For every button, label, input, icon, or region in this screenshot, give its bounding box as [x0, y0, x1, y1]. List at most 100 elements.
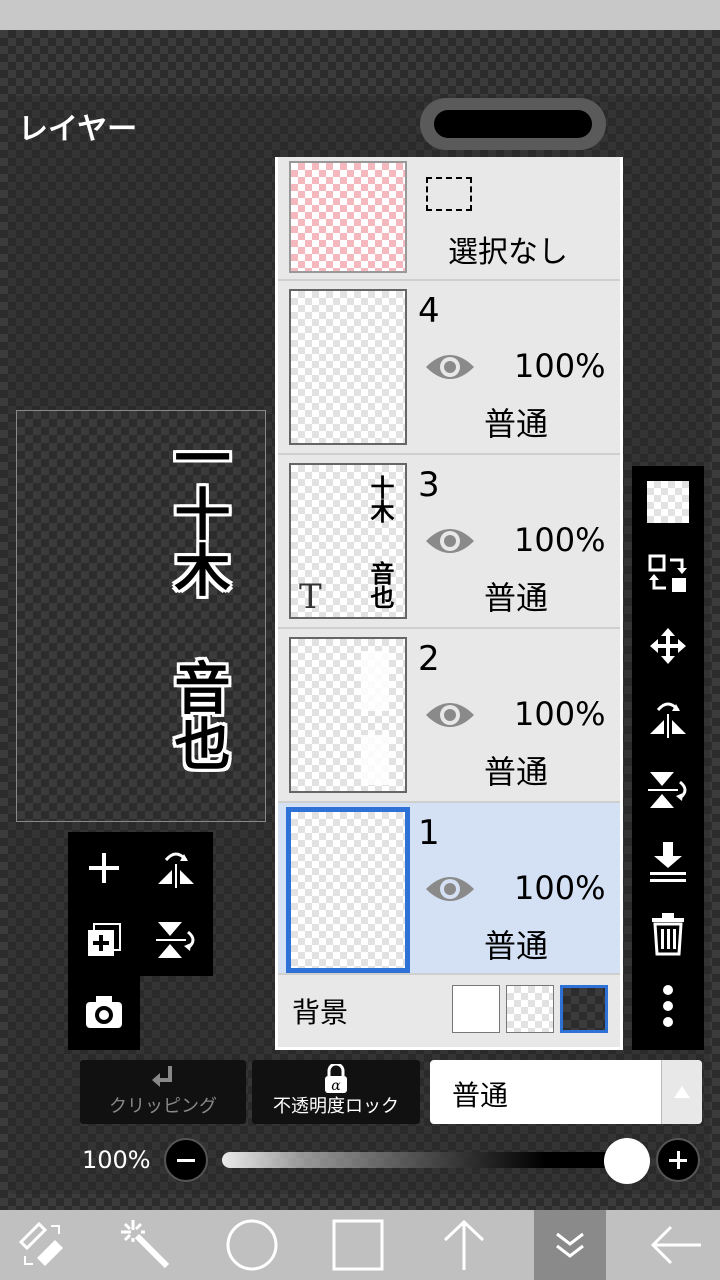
layer-row-3[interactable]: 十木 音也 T 3 100% 普通 — [278, 455, 620, 629]
layer-row-1[interactable]: 1 100% 普通 — [278, 803, 620, 975]
thumb-white-stroke — [361, 651, 389, 711]
bg-white-swatch[interactable] — [452, 985, 500, 1033]
add-copy-layer-icon — [88, 923, 121, 956]
flip-vertical-button[interactable] — [632, 754, 704, 826]
layer-opacity: 100% — [514, 521, 606, 559]
layer-number: 2 — [418, 639, 440, 679]
camera-button[interactable] — [68, 976, 140, 1050]
selection-layer-row[interactable]: 選択なし — [278, 157, 620, 281]
layer-blend-mode: 普通 — [484, 753, 549, 791]
circle-icon — [226, 1219, 278, 1271]
panel-drag-handle-inner[interactable] — [434, 110, 592, 138]
flip-vertical-icon — [156, 922, 195, 958]
flip-vertical-button[interactable] — [140, 904, 212, 976]
opacity-label: 100% — [82, 1146, 151, 1174]
eye-icon[interactable] — [424, 697, 476, 733]
flip-horizontal-icon — [650, 702, 686, 738]
right-toolbar — [632, 466, 704, 1050]
layer-tools — [68, 832, 213, 976]
plus-icon — [669, 1151, 687, 1169]
swap-layer-icon — [648, 554, 687, 592]
blend-dropdown-button[interactable] — [661, 1060, 702, 1124]
selection-dashed-icon — [426, 177, 472, 211]
opacity-slider-knob[interactable] — [604, 1138, 650, 1184]
transparency-icon — [647, 481, 689, 523]
layer-opacity: 100% — [514, 695, 606, 733]
pen-eraser-icon — [18, 1221, 63, 1266]
layer-opacity: 100% — [514, 869, 606, 907]
alpha-lock-button[interactable]: α 不透明度ロック — [252, 1060, 420, 1124]
add-layer-button[interactable] — [68, 832, 140, 904]
opacity-increase-button[interactable] — [656, 1138, 700, 1182]
blend-mode-select[interactable]: 普通 — [430, 1060, 702, 1124]
layer-number: 1 — [418, 813, 440, 853]
background-row: 背景 — [278, 975, 620, 1047]
back-button[interactable] — [640, 1210, 712, 1280]
eye-icon[interactable] — [424, 871, 476, 907]
merge-down-button[interactable] — [632, 826, 704, 898]
layer-thumb[interactable] — [289, 289, 407, 445]
layer-opacity: 100% — [514, 347, 606, 385]
eye-icon[interactable] — [424, 523, 476, 559]
alpha-lock-label: 不透明度ロック — [273, 1096, 399, 1117]
thumb-white-stroke — [361, 735, 389, 785]
blend-mode-value: 普通 — [452, 1079, 509, 1112]
collapse-icon — [556, 1232, 584, 1258]
clipping-button[interactable]: クリッピング — [80, 1060, 246, 1124]
transparency-button[interactable] — [632, 466, 704, 538]
minus-icon — [177, 1159, 195, 1162]
delete-layer-button[interactable] — [632, 898, 704, 970]
layer-list: 選択なし 4 100% 普通 十木 音也 T 3 100% 普通 2 100% … — [275, 157, 623, 1050]
add-layer-icon — [89, 853, 119, 883]
bg-dark-swatch[interactable] — [560, 985, 608, 1033]
opacity-slider-track[interactable] — [222, 1152, 626, 1168]
preview-text-2: 音也 — [165, 659, 230, 771]
more-button[interactable] — [632, 970, 704, 1042]
layer-blend-mode: 普通 — [484, 579, 549, 617]
flip-horizontal-icon — [158, 852, 194, 888]
eye-icon[interactable] — [424, 349, 476, 385]
pen-eraser-button[interactable] — [6, 1210, 78, 1280]
magic-wand-icon — [121, 1220, 170, 1269]
layer-blend-mode: 普通 — [484, 927, 549, 965]
panel-title: レイヤー — [18, 112, 138, 147]
merge-down-icon — [650, 842, 686, 882]
selection-label: 選択なし — [448, 235, 568, 270]
flip-horizontal-button[interactable] — [140, 832, 212, 904]
add-copy-layer-button[interactable] — [68, 904, 140, 976]
collapse-button[interactable] — [534, 1210, 606, 1280]
bottom-toolbar — [0, 1210, 720, 1280]
layer-blend-mode: 普通 — [484, 405, 549, 443]
camera-icon — [86, 996, 122, 1028]
ellipse-select-button[interactable] — [216, 1210, 288, 1280]
status-bar — [0, 0, 720, 30]
clipping-label: クリッピング — [109, 1096, 217, 1117]
swap-layer-button[interactable] — [632, 538, 704, 610]
magic-wand-button[interactable] — [110, 1210, 182, 1280]
move-icon — [650, 628, 686, 664]
layer-row-4[interactable]: 4 100% 普通 — [278, 281, 620, 455]
layer-number: 4 — [418, 291, 440, 331]
text-layer-badge: T — [299, 577, 322, 617]
back-arrow-icon — [650, 1225, 701, 1265]
bg-transparent-swatch[interactable] — [506, 985, 554, 1033]
more-icon — [663, 985, 673, 1027]
flip-vertical-icon — [648, 772, 687, 808]
preview-text-1: 一十木 — [165, 429, 230, 597]
move-button[interactable] — [632, 610, 704, 682]
arrow-up-button[interactable] — [428, 1210, 500, 1280]
triangle-up-icon — [674, 1086, 690, 1098]
layer-row-2[interactable]: 2 100% 普通 — [278, 629, 620, 803]
arrow-up-icon — [443, 1219, 485, 1270]
background-label: 背景 — [292, 996, 349, 1029]
alpha-lock-icon: α — [325, 1064, 347, 1094]
layer-thumb[interactable] — [289, 637, 407, 793]
thumb-text-1: 十木 — [366, 475, 394, 523]
rect-select-button[interactable] — [322, 1210, 394, 1280]
opacity-decrease-button[interactable] — [164, 1138, 208, 1182]
layer-thumb[interactable]: 十木 音也 T — [289, 463, 407, 619]
layer-thumb-selected[interactable] — [286, 807, 410, 973]
layer-number: 3 — [418, 465, 440, 505]
selection-thumb — [289, 161, 407, 273]
flip-horizontal-button[interactable] — [632, 682, 704, 754]
